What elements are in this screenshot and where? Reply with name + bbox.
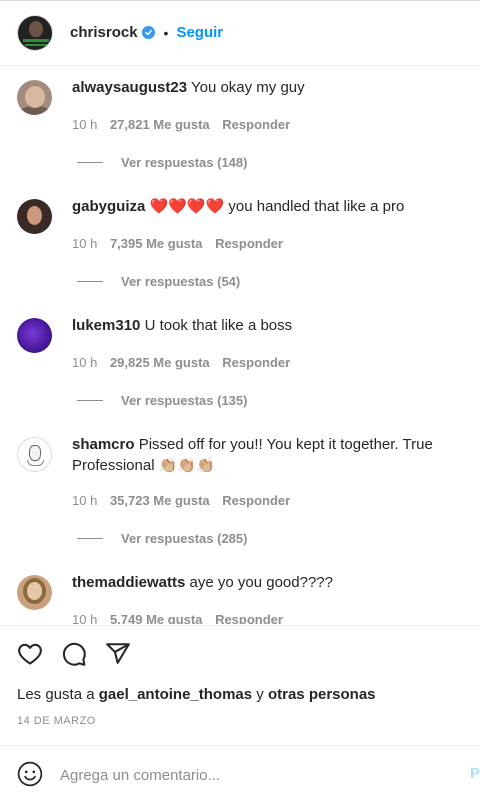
comment-text: lukem310 U took that like a boss bbox=[72, 315, 472, 336]
likes-others[interactable]: otras personas bbox=[268, 686, 376, 703]
comment-likes[interactable]: 35,723 Me gusta bbox=[110, 493, 210, 508]
comment-content: ❤️❤️❤️❤️ you handled that like a pro bbox=[149, 198, 405, 215]
view-replies-label: Ver respuestas (135) bbox=[121, 393, 248, 408]
post-button[interactable]: P bbox=[470, 765, 480, 782]
separator-dot: • bbox=[163, 24, 169, 41]
comment-time: 10 h bbox=[72, 236, 98, 251]
likes-connector: y bbox=[256, 686, 264, 703]
comment-text: shamcro Pissed off for you!! You kept it… bbox=[72, 434, 472, 476]
replies-line bbox=[77, 162, 103, 163]
view-replies-button[interactable]: Ver respuestas (54) bbox=[77, 274, 240, 289]
comment-icon[interactable] bbox=[61, 641, 87, 667]
commenter-avatar[interactable] bbox=[17, 199, 52, 234]
comment-content: aye yo you good???? bbox=[189, 574, 333, 591]
view-replies-label: Ver respuestas (285) bbox=[121, 531, 248, 546]
emoji-icon[interactable] bbox=[17, 761, 43, 787]
reply-button[interactable]: Responder bbox=[222, 117, 290, 132]
view-replies-button[interactable]: Ver respuestas (135) bbox=[77, 393, 247, 408]
reply-button[interactable]: Responder bbox=[222, 355, 290, 370]
commenter-avatar[interactable] bbox=[17, 318, 52, 353]
comment-likes[interactable]: 27,821 Me gusta bbox=[110, 117, 210, 132]
comment-meta: 10 h 5,749 Me gusta Responder bbox=[72, 612, 292, 624]
comment-time: 10 h bbox=[72, 493, 98, 508]
commenter-username[interactable]: shamcro bbox=[72, 436, 135, 453]
comment-text: gabyguiza ❤️❤️❤️❤️ you handled that like… bbox=[72, 196, 472, 217]
comment-time: 10 h bbox=[72, 612, 98, 624]
commenter-avatar[interactable] bbox=[17, 80, 52, 115]
commenter-username[interactable]: lukem310 bbox=[72, 317, 140, 334]
comment-time: 10 h bbox=[72, 355, 98, 370]
follow-button[interactable]: Seguir bbox=[176, 24, 223, 41]
reply-button[interactable]: Responder bbox=[222, 493, 290, 508]
comment-content: U took that like a boss bbox=[144, 317, 293, 334]
commenter-avatar[interactable] bbox=[17, 437, 52, 472]
heart-icon[interactable] bbox=[17, 641, 43, 667]
comment-input[interactable] bbox=[60, 764, 450, 786]
replies-line bbox=[77, 281, 103, 282]
author-avatar[interactable] bbox=[17, 14, 53, 51]
comments-list[interactable]: alwaysaugust23 You okay my guy 10 h 27,8… bbox=[0, 67, 480, 624]
comment-text: alwaysaugust23 You okay my guy bbox=[72, 77, 472, 98]
commenter-avatar[interactable] bbox=[17, 575, 52, 610]
share-icon[interactable] bbox=[105, 641, 131, 667]
comment-likes[interactable]: 7,395 Me gusta bbox=[110, 236, 203, 251]
commenter-username[interactable]: themaddiewatts bbox=[72, 574, 185, 591]
comment-likes[interactable]: 29,825 Me gusta bbox=[110, 355, 210, 370]
view-replies-label: Ver respuestas (54) bbox=[121, 274, 241, 289]
author-username[interactable]: chrisrock bbox=[70, 24, 138, 41]
comment-time: 10 h bbox=[72, 117, 98, 132]
comment-meta: 10 h 27,821 Me gusta Responder bbox=[72, 117, 299, 132]
replies-line bbox=[77, 538, 103, 539]
reply-button[interactable]: Responder bbox=[215, 236, 283, 251]
verified-badge-icon bbox=[141, 26, 155, 39]
comment-meta: 10 h 7,395 Me gusta Responder bbox=[72, 236, 292, 251]
post-date: 14 DE MARZO bbox=[17, 715, 96, 727]
reply-button[interactable]: Responder bbox=[215, 612, 283, 624]
comment-meta: 10 h 35,723 Me gusta Responder bbox=[72, 493, 299, 508]
post-header: chrisrock • Seguir bbox=[0, 0, 480, 66]
comment-text: themaddiewatts aye yo you good???? bbox=[72, 572, 472, 593]
view-replies-button[interactable]: Ver respuestas (285) bbox=[77, 531, 247, 546]
commenter-username[interactable]: alwaysaugust23 bbox=[72, 79, 187, 96]
likes-prefix: Les gusta a bbox=[17, 686, 95, 703]
comment-content: You okay my guy bbox=[190, 79, 305, 96]
view-replies-label: Ver respuestas (148) bbox=[121, 155, 248, 170]
replies-line bbox=[77, 400, 103, 401]
liker-username[interactable]: gael_antoine_thomas bbox=[99, 686, 252, 703]
view-replies-button[interactable]: Ver respuestas (148) bbox=[77, 155, 247, 170]
likes-summary: Les gusta a gael_antoine_thomas y otras … bbox=[17, 686, 376, 703]
commenter-username[interactable]: gabyguiza bbox=[72, 198, 145, 215]
comment-meta: 10 h 29,825 Me gusta Responder bbox=[72, 355, 299, 370]
comment-likes[interactable]: 5,749 Me gusta bbox=[110, 612, 203, 624]
